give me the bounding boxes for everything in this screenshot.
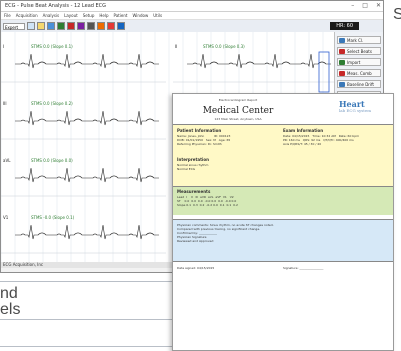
menu-window[interactable]: Window <box>132 12 148 19</box>
side-button-mark-cl[interactable]: Mark Cl. <box>337 36 381 44</box>
heart-icon[interactable] <box>67 22 75 30</box>
company-logo: Heart lab ECG system <box>339 99 387 115</box>
patient-exam-section: Patient Information Name: Jones, John ID… <box>173 124 393 187</box>
side-button-select-beats[interactable]: Select Beats <box>337 47 381 55</box>
report-document[interactable]: Electrocardiogram Report Medical Center … <box>172 93 394 351</box>
background-divider-1 <box>0 281 172 282</box>
menu-bar: File Acquisition Analysis Layout Setup H… <box>1 12 383 20</box>
maximize-button[interactable]: □ <box>362 1 368 11</box>
lead-name-i: I <box>3 44 5 49</box>
interpretation-text: Normal sinus rhythm Normal ECG <box>177 163 209 171</box>
heart-icon <box>339 49 345 54</box>
flag-icon <box>339 38 345 43</box>
lead-name-iii: III <box>3 101 7 106</box>
side-button-baseline-drift[interactable]: Baseline Drift <box>337 80 381 88</box>
beat-selection-marker <box>318 51 330 93</box>
open-icon[interactable] <box>37 22 45 30</box>
facility-address: 123 Main Street, Anytown, USA <box>214 117 262 121</box>
window-title: ECG - Pulse Beat Analysis - 12 Lead ECG <box>5 3 107 9</box>
menu-layout[interactable]: Layout <box>64 12 78 19</box>
heart-rate-display: HR: 60 <box>330 22 359 30</box>
comments-section: Physician comments: Sinus rhythm, no acu… <box>173 219 393 262</box>
date-signed: Date signed: 04/15/2015 <box>177 266 215 270</box>
patient-details: Name: Jones, John ID: 000123 DOB: 01/01/… <box>177 134 231 146</box>
menu-help[interactable]: Help <box>99 12 108 19</box>
background-text-line2: els <box>0 301 21 318</box>
ecg-trace-avl <box>15 167 159 183</box>
lead-measure-avl: STMS 0.0 (Slope 0.0) <box>31 158 73 163</box>
print-icon[interactable] <box>87 22 95 30</box>
menu-analysis[interactable]: Analysis <box>43 12 59 19</box>
menu-acquisition[interactable]: Acquisition <box>16 12 38 19</box>
measure-icon <box>339 71 345 76</box>
lead-measure-ii: STMS 0.0 (Slope 0.3) <box>203 44 245 49</box>
facility-name: Medical Center <box>202 106 274 116</box>
settings-icon[interactable] <box>117 22 125 30</box>
lead-measure-i: STMS 0.0 (Slope 0.1) <box>31 44 73 49</box>
play-icon[interactable] <box>57 22 65 30</box>
exam-details: Date: 04/15/2015 Time: 10:32 AM Rate: 60… <box>283 134 360 146</box>
chart-icon[interactable] <box>77 22 85 30</box>
lead-name-ii: II <box>175 44 178 49</box>
patient-heading: Patient Information <box>177 128 222 133</box>
side-button-label: Meas. Comb <box>347 71 372 76</box>
ecg-trace-v1 <box>15 224 159 240</box>
close-button[interactable]: ✕ <box>376 1 381 11</box>
side-button-import[interactable]: Import <box>337 58 381 66</box>
menu-file[interactable]: File <box>4 12 11 19</box>
lead-measure-v1: STMS -0.0 (Slope 0.1) <box>31 215 75 220</box>
measurements-section: Measurements Lead I II III aVR aVL aVF V… <box>173 186 393 215</box>
measurements-table: Lead I II III aVR aVL aVF V1 V2 ST 0.0 0… <box>177 195 238 207</box>
menu-utils[interactable]: Utils <box>153 12 162 19</box>
measurements-heading: Measurements <box>177 189 211 194</box>
background-text-top: S. <box>393 6 401 23</box>
lead-name-v1: V1 <box>3 215 9 220</box>
side-button-label: Baseline Drift <box>347 82 374 87</box>
report-header: Electrocardiogram Report Medical Center … <box>173 94 393 124</box>
background-divider-3 <box>0 346 172 347</box>
device-select[interactable]: Expert ECG <box>3 22 25 37</box>
new-icon[interactable] <box>27 22 35 30</box>
side-button-label: Import <box>347 60 361 65</box>
menu-patient[interactable]: Patient <box>114 12 128 19</box>
signature-section: Date signed: 04/15/2015 Signature: _____… <box>173 261 393 350</box>
signature-line: Signature: ________________ <box>283 266 324 270</box>
import-icon <box>339 60 345 65</box>
side-button-label: Select Beats <box>347 49 372 54</box>
exam-heading: Exam Information <box>283 128 324 133</box>
ecg-trace-i <box>15 53 159 69</box>
stop-icon[interactable] <box>107 22 115 30</box>
physician-comments: Physician comments: Sinus rhythm, no acu… <box>177 223 274 243</box>
ecg-trace-ii <box>187 53 331 69</box>
background-divider-2 <box>0 319 172 320</box>
zoom-icon[interactable] <box>97 22 105 30</box>
ecg-trace-iii <box>15 110 159 126</box>
minimize-button[interactable]: – <box>351 1 354 11</box>
side-button-meas-comb[interactable]: Meas. Comb <box>337 69 381 77</box>
lead-measure-iii: STMS 0.0 (Slope 0.2) <box>31 101 73 106</box>
lead-name-avl: aVL <box>3 158 11 163</box>
side-button-label: Mark Cl. <box>347 38 364 43</box>
interpretation-heading: Interpretation <box>177 157 209 162</box>
wave-icon <box>339 82 345 87</box>
title-bar: ECG - Pulse Beat Analysis - 12 Lead ECG … <box>1 1 383 12</box>
save-icon[interactable] <box>47 22 55 30</box>
background-text-line1: nd <box>0 285 18 302</box>
report-type: Electrocardiogram Report <box>218 98 258 102</box>
logo-subtext: lab ECG system <box>339 108 372 113</box>
menu-setup[interactable]: Setup <box>83 12 95 19</box>
